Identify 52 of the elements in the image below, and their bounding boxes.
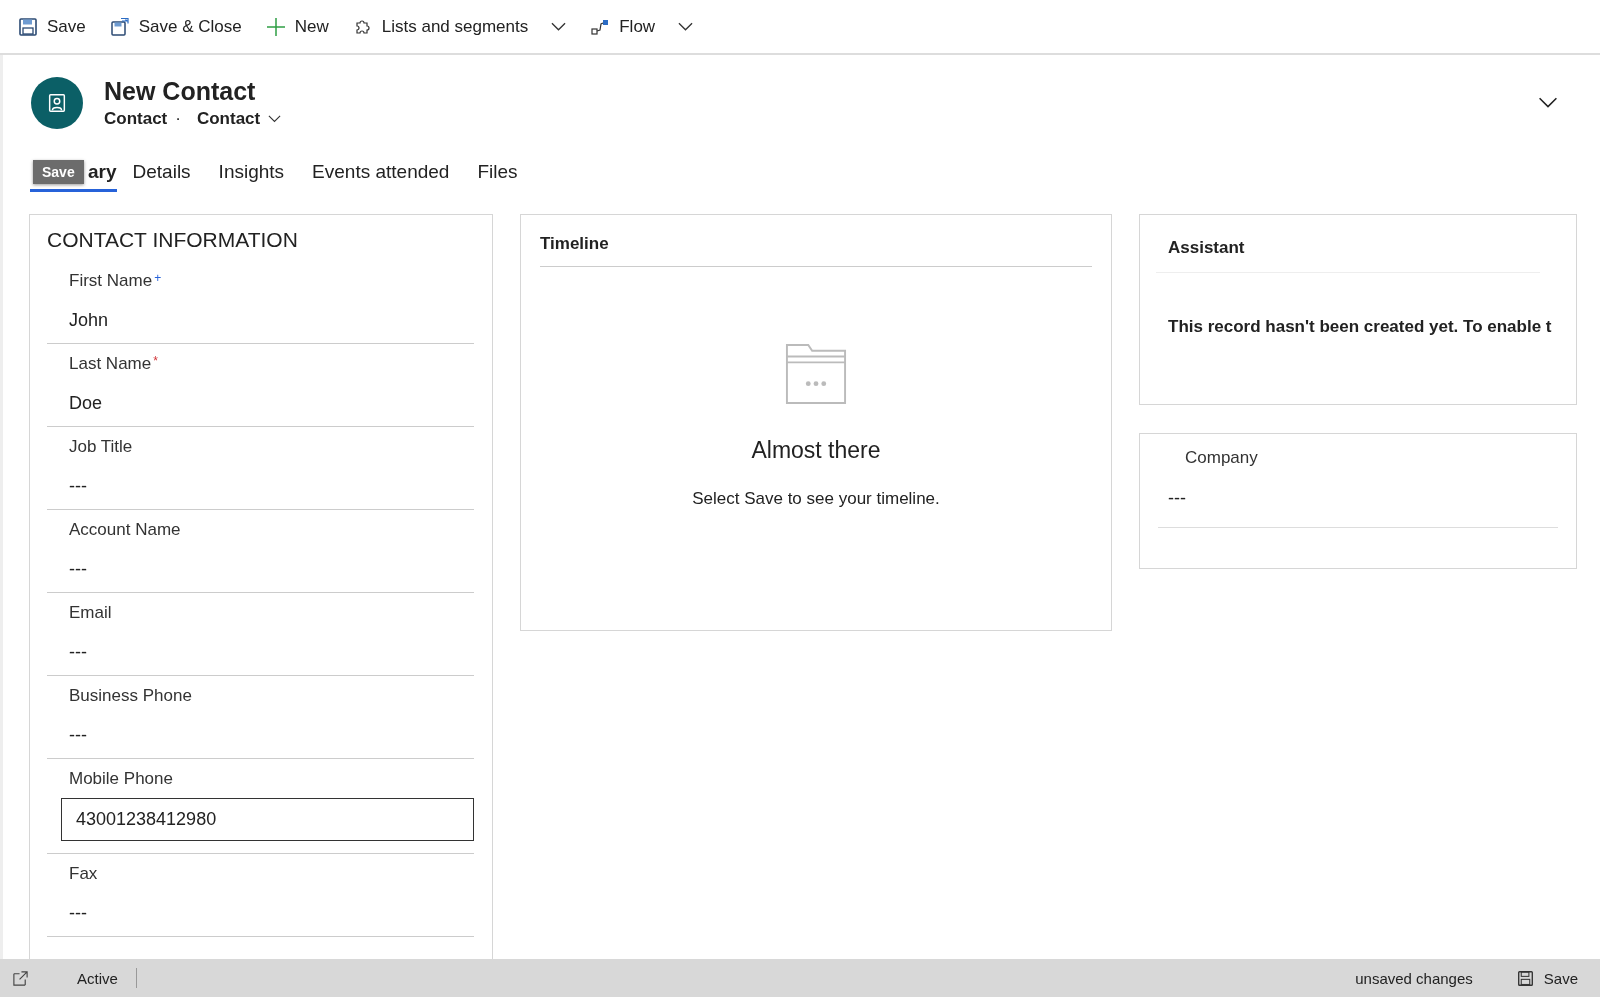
unsaved-changes-text: unsaved changes — [1355, 969, 1473, 987]
toolbar-button[interactable]: Save — [14, 10, 98, 43]
tab[interactable]: Insights — [206, 155, 297, 192]
required-marker: * — [153, 354, 158, 368]
field-value[interactable]: --- — [69, 642, 474, 663]
required-marker: + — [154, 271, 162, 285]
tab[interactable]: Files — [465, 155, 530, 192]
folder-icon — [785, 343, 847, 405]
toolbar-button[interactable]: New — [261, 10, 341, 43]
input-field[interactable]: 43001238412980 — [61, 798, 474, 841]
field-value[interactable]: --- — [1158, 488, 1558, 528]
assistant-message: This record hasn't been created yet. To enable t — [1168, 317, 1552, 337]
field-value[interactable]: --- — [69, 725, 474, 746]
field-value[interactable]: --- — [69, 476, 474, 497]
tab[interactable]: Events attended — [300, 155, 462, 192]
field-label: Job Title — [69, 437, 133, 457]
form-selector[interactable]: Contact — [196, 109, 282, 129]
chevron-down-icon — [268, 115, 282, 123]
toolbar-button[interactable]: Lists and segments — [348, 10, 579, 43]
field-label: First Name — [69, 271, 153, 291]
separator: · — [175, 109, 181, 129]
field-label: Fax — [69, 864, 98, 884]
entity-name: Contact — [104, 109, 168, 129]
record-status: Active — [77, 969, 118, 987]
tooltip: Save — [33, 160, 84, 184]
field-value[interactable]: --- — [69, 903, 474, 924]
field-label: Last Name — [69, 354, 152, 374]
empty-heading: Almost there — [751, 437, 881, 464]
field-value[interactable]: --- — [69, 559, 474, 580]
toolbar-button[interactable]: Flow — [586, 10, 706, 43]
empty-message: Select Save to see your timeline. — [692, 489, 940, 509]
card-title: Timeline — [540, 230, 1092, 267]
field-value[interactable]: John — [69, 310, 474, 331]
save-button[interactable]: Save — [1510, 968, 1584, 988]
open-in-window-icon[interactable] — [12, 969, 29, 987]
card-title: Assistant — [1156, 236, 1540, 273]
plus-icon — [265, 16, 286, 37]
expand-chevron-icon[interactable] — [1538, 97, 1558, 109]
toolbar-button[interactable]: Save & Close — [105, 10, 254, 43]
field-label: Email — [69, 603, 112, 623]
save-icon — [18, 16, 38, 37]
field-value[interactable]: Doe — [69, 393, 474, 414]
field-label: Company — [1184, 448, 1259, 468]
field-label: Business Phone — [69, 686, 192, 706]
save-close-icon — [109, 16, 130, 37]
record-title: New Contact — [104, 77, 257, 106]
section-title: CONTACT INFORMATION — [47, 228, 299, 252]
field-label: Account Name — [69, 520, 181, 540]
contact-card-icon — [46, 92, 68, 114]
save-icon — [1516, 969, 1534, 987]
tab[interactable]: Details — [120, 155, 203, 192]
field-label: Mobile Phone — [69, 769, 173, 789]
